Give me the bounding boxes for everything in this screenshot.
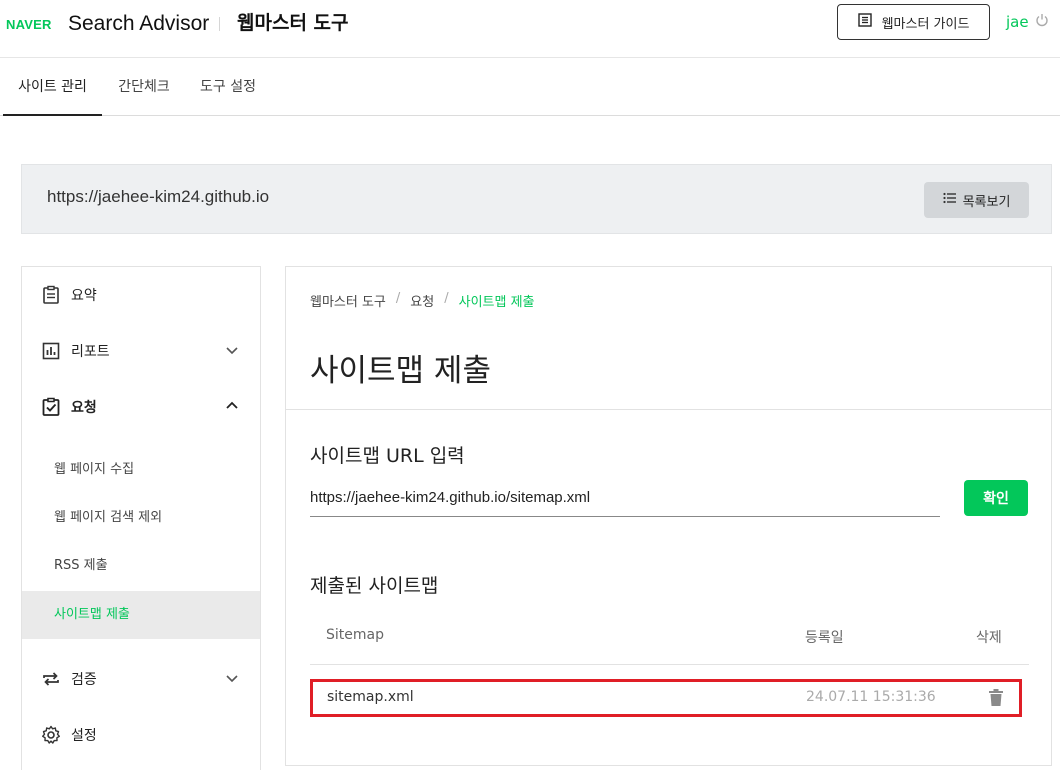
confirm-button[interactable]: 확인: [964, 480, 1028, 516]
guide-button-label: 웹마스터 가이드: [881, 16, 970, 32]
site-bar: https://jaehee-kim24.github.io 목록보기: [21, 164, 1052, 234]
guide-book-icon: [857, 13, 872, 31]
list-view-button[interactable]: 목록보기: [924, 182, 1029, 218]
sitemap-url-input[interactable]: [310, 479, 940, 517]
column-header-delete: 삭제: [976, 630, 1002, 646]
breadcrumb-item[interactable]: 요청: [410, 291, 434, 310]
chevron-down-icon[interactable]: [224, 670, 240, 686]
sidebar-item-label: 요약: [71, 288, 97, 304]
page-title: 사이트맵 제출: [310, 353, 491, 389]
sidebar-item-settings[interactable]: 설정: [22, 707, 260, 763]
tab-tool-settings[interactable]: 도구 설정: [190, 58, 266, 116]
header-divider: [219, 17, 220, 31]
gear-icon: [40, 724, 62, 746]
column-header-registered-date: 등록일: [805, 630, 844, 646]
url-input-section-title: 사이트맵 URL 입력: [310, 445, 465, 467]
bar-chart-icon: [40, 340, 62, 362]
breadcrumb-separator: /: [395, 291, 401, 306]
table-row: sitemap.xml 24.07.11 15:31:36: [310, 679, 1022, 717]
sidebar-item-report[interactable]: 리포트: [22, 323, 260, 379]
list-view-label: 목록보기: [962, 194, 1011, 210]
repeat-icon: [40, 668, 62, 690]
sidebar-subitem-sitemap-submit[interactable]: 사이트맵 제출: [22, 591, 260, 639]
clipboard-check-icon: [40, 396, 62, 418]
product-name[interactable]: Search Advisor: [68, 10, 209, 38]
trash-icon[interactable]: [988, 688, 1004, 711]
sidebar-item-verify[interactable]: 검증: [22, 651, 260, 707]
power-icon[interactable]: [1035, 12, 1049, 32]
sidebar-item-summary[interactable]: 요약: [22, 267, 260, 323]
sidebar-item-label: 검증: [71, 672, 97, 688]
clipboard-icon: [40, 284, 62, 306]
tool-title[interactable]: 웹마스터 도구: [237, 9, 349, 37]
main-panel: 웹마스터 도구 / 요청 / 사이트맵 제출 사이트맵 제출 사이트맵 URL …: [285, 266, 1052, 766]
section-divider: [286, 409, 1051, 410]
sidebar-subitem-web-page-exclude[interactable]: 웹 페이지 검색 제외: [22, 494, 260, 542]
breadcrumb: 웹마스터 도구 / 요청 / 사이트맵 제출: [310, 291, 535, 310]
registered-date: 24.07.11 15:31:36: [806, 689, 936, 705]
sidebar-menu: 요약 리포트 요청 웹 페이지 수집 웹 페이지 검색 제외 RSS 제출 사이…: [21, 266, 261, 770]
column-header-sitemap: Sitemap: [326, 627, 384, 643]
breadcrumb-current: 사이트맵 제출: [458, 295, 535, 310]
main-tabs: 사이트 관리 간단체크 도구 설정: [0, 58, 1060, 116]
top-header: NAVER Search Advisor 웹마스터 도구 웹마스터 가이드 ja…: [0, 0, 1060, 58]
sidebar-subitem-web-page-collect[interactable]: 웹 페이지 수집: [22, 446, 260, 494]
submitted-section-title: 제출된 사이트맵: [310, 575, 439, 597]
sidebar-item-label: 요청: [71, 400, 97, 416]
sidebar-subitem-rss-submit[interactable]: RSS 제출: [22, 542, 260, 590]
webmaster-guide-button[interactable]: 웹마스터 가이드: [837, 4, 990, 40]
user-menu[interactable]: jae: [1006, 12, 1049, 32]
tab-site-management[interactable]: 사이트 관리: [3, 58, 102, 116]
sitemap-name: sitemap.xml: [327, 689, 414, 705]
breadcrumb-separator: /: [444, 291, 449, 306]
tab-quick-check[interactable]: 간단체크: [108, 58, 180, 116]
sitemap-table-header: Sitemap 등록일 삭제: [310, 615, 1029, 665]
chevron-down-icon[interactable]: [224, 342, 240, 358]
site-url: https://jaehee-kim24.github.io: [47, 187, 270, 206]
breadcrumb-item[interactable]: 웹마스터 도구: [310, 291, 386, 310]
sidebar-item-label: 설정: [71, 728, 97, 744]
list-icon: [942, 192, 957, 208]
chevron-up-icon[interactable]: [224, 398, 240, 414]
sidebar-item-label: 리포트: [71, 344, 110, 360]
user-name: jae: [1006, 13, 1029, 31]
sidebar-item-request[interactable]: 요청: [22, 379, 260, 435]
naver-logo[interactable]: NAVER: [6, 12, 52, 38]
